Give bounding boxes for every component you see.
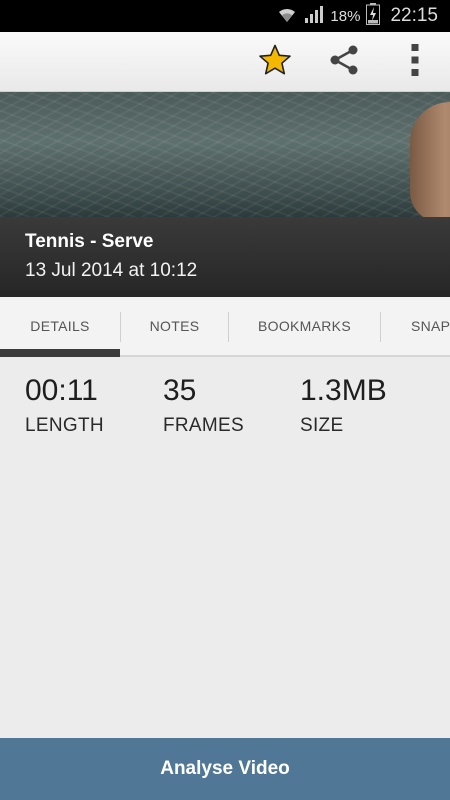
- stat-size: 1.3MB SIZE: [300, 373, 387, 437]
- thumbnail-person: [410, 102, 450, 222]
- video-date: 13 Jul 2014 at 10:12: [25, 260, 198, 281]
- overflow-menu-icon: [410, 43, 420, 82]
- video-caption: Tennis - Serve 13 Jul 2014 at 10:12: [0, 217, 450, 297]
- selected-tab-indicator: [0, 349, 120, 357]
- tab-bookmarks[interactable]: BOOKMARKS: [229, 297, 380, 355]
- status-icons: 18% 22:15: [276, 0, 438, 32]
- share-button[interactable]: [320, 38, 368, 86]
- frames-value: 35: [163, 374, 197, 407]
- length-label: LENGTH: [25, 415, 104, 436]
- size-value: 1.3MB: [300, 374, 387, 407]
- video-header: Tennis - Serve 13 Jul 2014 at 10:12: [0, 92, 450, 297]
- size-label: SIZE: [300, 415, 344, 436]
- stat-length: 00:11 LENGTH: [25, 373, 104, 437]
- tab-bar: DETAILS NOTES BOOKMARKS SNAP: [0, 297, 450, 357]
- wifi-icon: [276, 4, 298, 29]
- video-thumbnail[interactable]: [0, 92, 450, 222]
- share-icon: [327, 43, 361, 82]
- overflow-menu-button[interactable]: [391, 38, 439, 86]
- signal-icon: [304, 4, 324, 29]
- length-value: 00:11: [25, 374, 98, 407]
- video-title: Tennis - Serve: [25, 231, 154, 252]
- tab-notes[interactable]: NOTES: [121, 297, 228, 355]
- tab-details[interactable]: DETAILS: [0, 297, 120, 355]
- star-icon: [258, 44, 292, 81]
- analyse-video-button[interactable]: Analyse Video: [0, 738, 450, 800]
- clock: 22:15: [390, 5, 438, 26]
- tab-snap[interactable]: SNAP: [381, 297, 450, 355]
- frames-label: FRAMES: [163, 415, 244, 436]
- battery-percent: 18%: [330, 7, 361, 25]
- action-bar: [0, 32, 450, 92]
- battery-charging-icon: [366, 2, 381, 30]
- stat-frames: 35 FRAMES: [163, 373, 244, 437]
- status-bar: 18% 22:15: [0, 0, 450, 32]
- favorite-button[interactable]: [251, 38, 299, 86]
